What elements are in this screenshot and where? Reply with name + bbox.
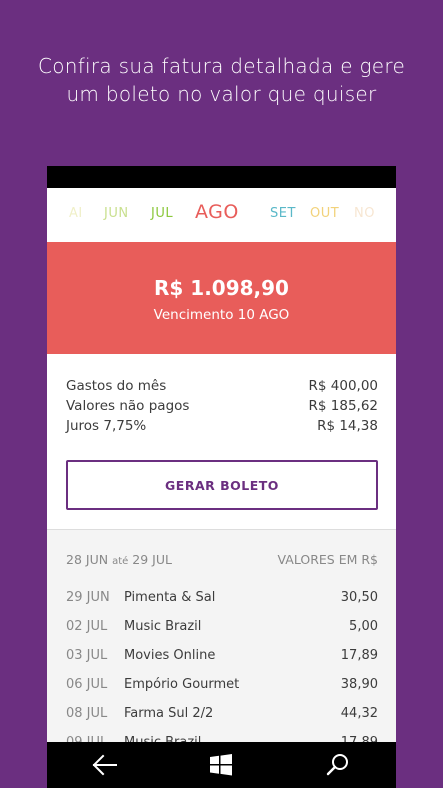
transaction-date: 02 JUL: [66, 619, 108, 634]
phone-screen: AI JUN JUL AGO SET OUT NO R$ 1.098,90 Ve…: [47, 166, 396, 788]
transaction-name: Farma Sul 2/2: [124, 706, 214, 721]
transaction-value: 5,00: [349, 619, 378, 634]
transaction-name: Movies Online: [124, 648, 216, 663]
breakdown-row: Juros 7,75% R$ 14,38: [66, 418, 378, 438]
windows-logo-icon[interactable]: [207, 751, 235, 779]
breakdown-row: Valores não pagos R$ 185,62: [66, 398, 378, 418]
transaction-value: 44,32: [340, 706, 378, 721]
transaction-name: Pimenta & Sal: [124, 590, 216, 605]
date-range-end: 29 JUL: [132, 552, 172, 567]
transaction-name: Empório Gourmet: [124, 677, 240, 692]
breakdown-row: Gastos do mês R$ 400,00: [66, 378, 378, 398]
breakdown-label: Gastos do mês: [66, 378, 167, 394]
date-range-start: 28 JUN: [66, 552, 109, 567]
transaction-row[interactable]: 02 JUL Music Brazil 5,00: [66, 619, 378, 648]
month-set[interactable]: SET: [270, 206, 296, 221]
headline: Confira sua fatura detalhada e gere um b…: [0, 52, 443, 108]
bill-summary-panel: R$ 1.098,90 Vencimento 10 AGO: [47, 242, 396, 354]
month-nov[interactable]: NO: [354, 206, 375, 221]
headline-line-2: um boleto no valor que quiser: [66, 82, 377, 106]
transaction-row[interactable]: 03 JUL Movies Online 17,89: [66, 648, 378, 677]
transaction-name: Music Brazil: [124, 619, 202, 634]
system-nav-bar: [47, 742, 396, 788]
bill-due-date: Vencimento 10 AGO: [153, 307, 290, 323]
bill-amount: R$ 1.098,90: [154, 276, 289, 300]
month-jun[interactable]: JUN: [104, 206, 129, 221]
breakdown-value: R$ 400,00: [308, 378, 379, 394]
month-out[interactable]: OUT: [310, 206, 339, 221]
month-ago-selected[interactable]: AGO: [195, 201, 239, 223]
breakdown-label: Juros 7,75%: [66, 418, 147, 434]
transaction-row[interactable]: 29 JUN Pimenta & Sal 30,50: [66, 590, 378, 619]
transaction-row[interactable]: 06 JUL Empório Gourmet 38,90: [66, 677, 378, 706]
status-bar: [47, 166, 396, 188]
values-currency-label: VALORES EM R$: [277, 552, 378, 567]
headline-line-1: Confira sua fatura detalhada e gere: [37, 54, 406, 78]
breakdown-value: R$ 185,62: [308, 398, 379, 414]
transaction-row[interactable]: 08 JUL Farma Sul 2/2 44,32: [66, 706, 378, 735]
transaction-date: 03 JUL: [66, 648, 108, 663]
date-range: 28 JUN até 29 JUL: [66, 552, 172, 567]
transaction-value: 30,50: [340, 590, 378, 605]
breakdown-label: Valores não pagos: [66, 398, 190, 414]
date-range-separator: até: [112, 556, 129, 567]
bill-breakdown: Gastos do mês R$ 400,00 Valores não pago…: [66, 378, 378, 438]
month-jul[interactable]: JUL: [151, 206, 173, 221]
month-selector[interactable]: AI JUN JUL AGO SET OUT NO: [47, 188, 396, 242]
transactions-list: 29 JUN Pimenta & Sal 30,50 02 JUL Music …: [66, 590, 378, 764]
search-icon[interactable]: [324, 751, 352, 779]
transaction-date: 29 JUN: [66, 590, 110, 605]
transaction-value: 38,90: [340, 677, 378, 692]
transaction-date: 06 JUL: [66, 677, 108, 692]
breakdown-value: R$ 14,38: [317, 418, 378, 434]
transaction-value: 17,89: [340, 648, 378, 663]
transaction-date: 08 JUL: [66, 706, 108, 721]
month-may[interactable]: AI: [69, 206, 83, 221]
back-arrow-icon[interactable]: [91, 751, 119, 779]
generate-boleto-button[interactable]: GERAR BOLETO: [66, 460, 378, 510]
transactions-header: 28 JUN até 29 JUL VALORES EM R$: [66, 552, 378, 567]
